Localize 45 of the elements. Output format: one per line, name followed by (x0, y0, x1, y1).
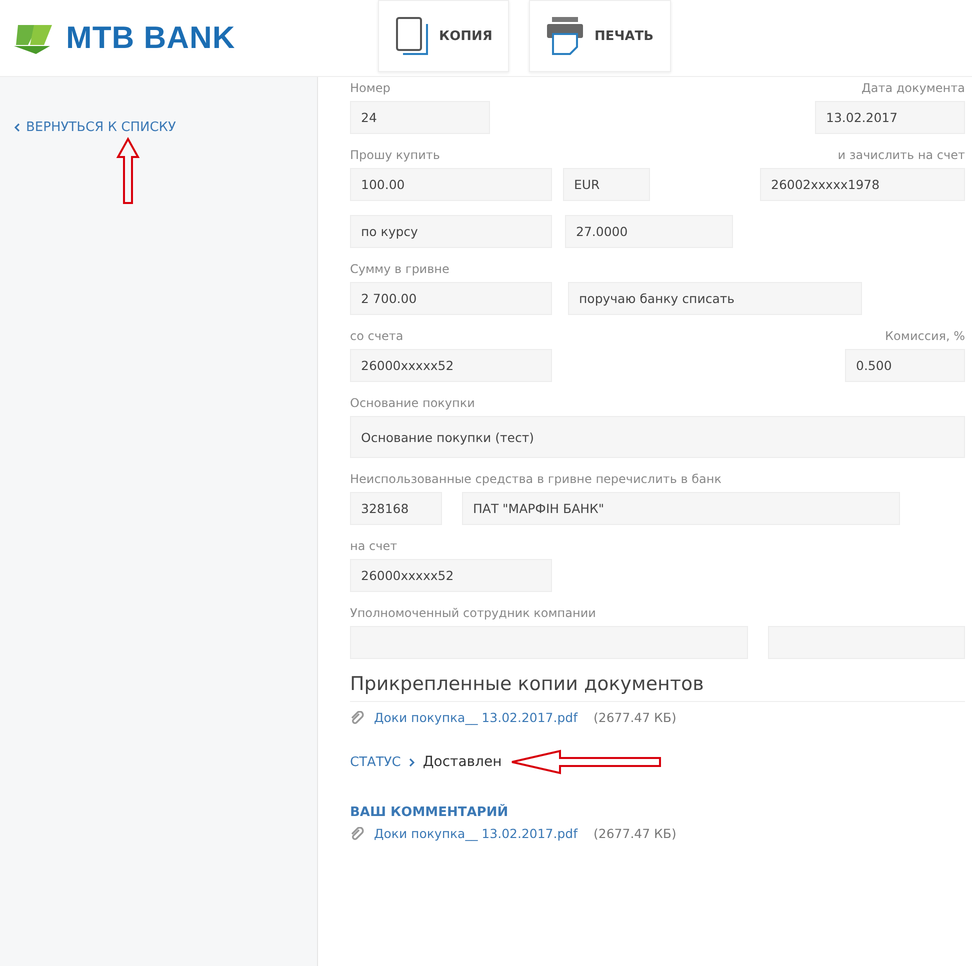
status-label: СТАТУС (350, 754, 401, 770)
field-label: Сумму в гривне (350, 262, 450, 276)
input-field[interactable]: 13.02.2017 (815, 101, 965, 134)
input-field[interactable]: 2 700.00 (350, 282, 552, 315)
input-field[interactable]: EUR (563, 168, 650, 201)
chevron-icon (14, 123, 20, 132)
input-field[interactable]: ПАТ "МАРФІН БАНК" (462, 492, 900, 525)
field-label: Неиспользованные средства в гривне перечислить в банк (350, 472, 722, 486)
field-label: Номер (350, 81, 390, 95)
back-link[interactable]: ВЕРНУТЬСЯ К СПИСКУ (14, 120, 176, 135)
input-field[interactable]: 27.0000 (565, 215, 733, 248)
file-link[interactable]: Доки покупка__ 13.02.2017.pdf (374, 710, 578, 725)
input-field[interactable]: 0.500 (845, 349, 965, 382)
comment-heading: ВАШ КОММЕНТАРИЙ (350, 805, 510, 820)
field-label: Уполномоченный сотрудник компании (350, 606, 596, 620)
chevron-icon (408, 758, 415, 766)
file-size: (2677.47 КБ) (594, 710, 676, 725)
copy-icon (395, 16, 429, 56)
field-label: Основание покупки (350, 396, 475, 410)
file-link[interactable]: Доки покупка__ 13.02.2017.pdf (374, 826, 578, 841)
copy-button[interactable]: КОПИЯ (378, 0, 510, 72)
field-label: Дата документа (862, 81, 965, 95)
printer-icon (546, 16, 584, 56)
section-heading: Прикрепленные копии документов (350, 673, 705, 695)
logo-text: MTB BANK (66, 20, 236, 56)
paperclip-icon (350, 710, 364, 724)
print-button[interactable]: ПЕЧАТЬ (529, 0, 671, 72)
input-field[interactable]: 26002xxxxx1978 (760, 168, 965, 201)
up-arrow-annotation (116, 137, 140, 205)
input-field[interactable]: 26000xxxxx52 (350, 559, 552, 592)
field-label: Комиссия, % (885, 329, 965, 343)
file-size: (2677.47 КБ) (594, 826, 676, 841)
field-label: со счета (350, 329, 404, 343)
input-field[interactable]: по курсу (350, 215, 552, 248)
input-field[interactable]: 328168 (350, 492, 442, 525)
field-label: и зачислить на счет (838, 148, 965, 162)
paperclip-icon (350, 826, 364, 840)
status-value: Доставлен (422, 754, 502, 770)
input-field[interactable]: 24 (350, 101, 490, 134)
input-field[interactable]: 100.00 (350, 168, 552, 201)
input-field[interactable]: поручаю банку списать (568, 282, 862, 315)
input-field[interactable]: Основание покупки (тест) (350, 416, 965, 458)
input-field[interactable]: 26000xxxxx52 (350, 349, 552, 382)
field-label: Прошу купить (350, 148, 440, 162)
field-label: на счет (350, 539, 398, 553)
